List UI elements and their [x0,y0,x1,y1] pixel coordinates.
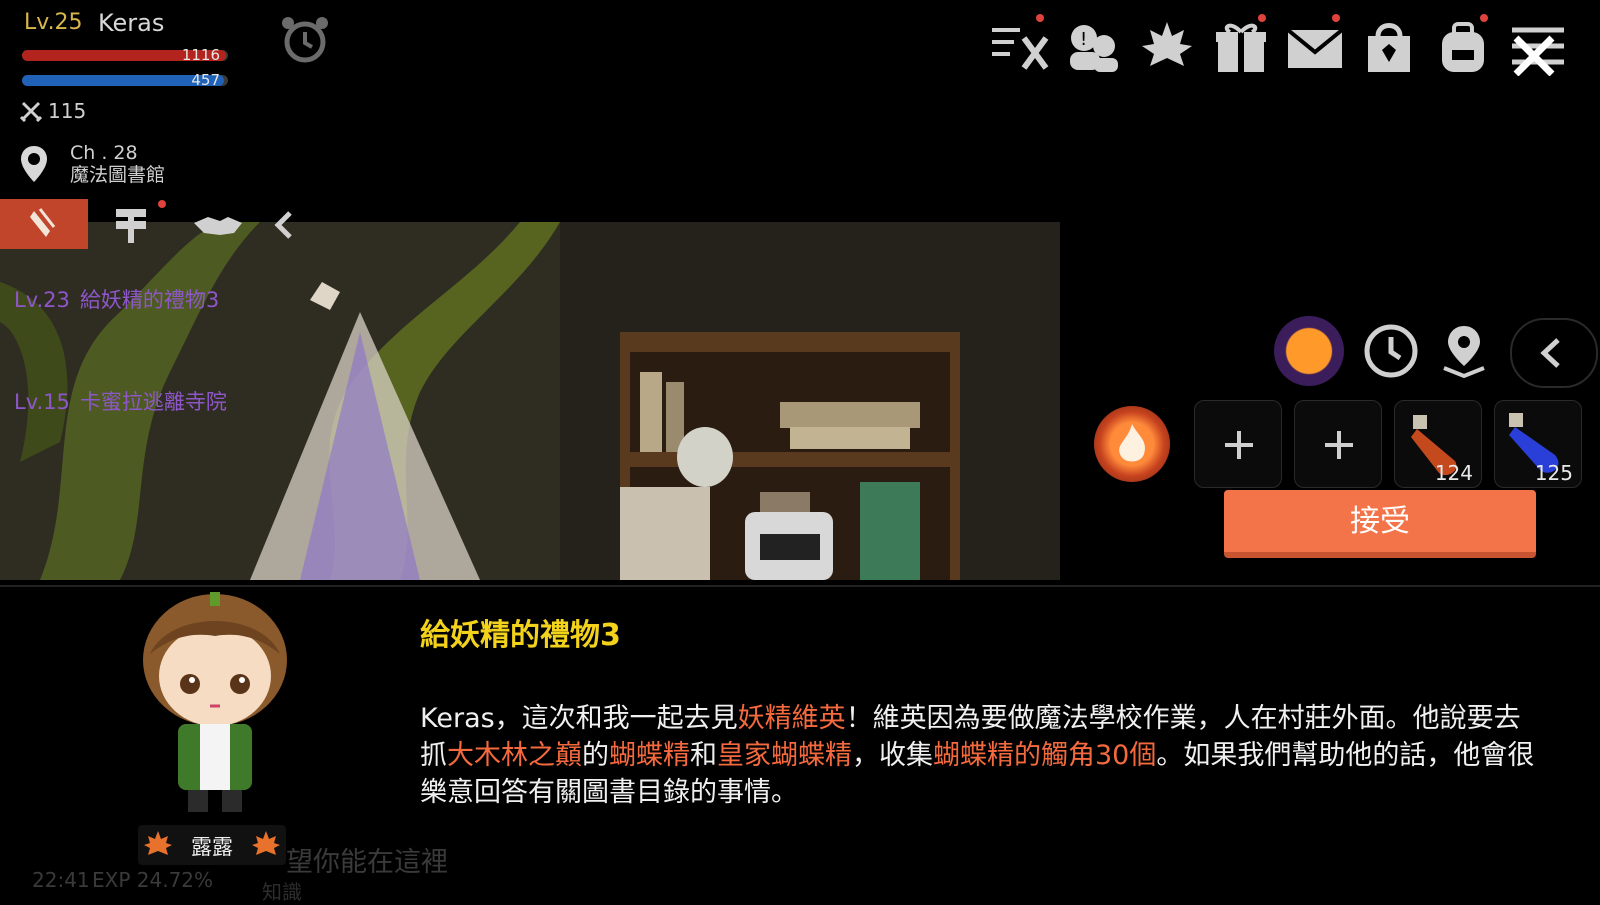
chevron-left-icon[interactable] [270,205,300,245]
dialogue-text: Keras，這次和我一起去見妖精維英！維英因為要做魔法學校作業，人在村莊外面。他… [420,700,1540,811]
attack-power: 115 [48,99,87,123]
cash-shop-icon[interactable] [1356,16,1422,76]
npc-portrait [143,592,287,812]
player-level: Lv.25 [24,10,83,35]
dialogue-segment: 和 [690,740,717,771]
clock-icon[interactable] [1362,322,1420,380]
dialogue-highlight: 妖精維英 [737,703,846,734]
channel-label[interactable]: Ch . 28 [70,142,138,164]
notification-dot [1480,14,1488,22]
plus-icon [1225,431,1253,459]
mp-value: 457 [191,71,220,89]
maple-guild-icon[interactable] [1134,16,1200,76]
item-count: 125 [1534,461,1573,485]
scroll-icon [30,208,56,237]
fire-skill-icon[interactable] [1094,406,1170,482]
notification-dot [158,200,166,208]
quest-title: 給妖精的禮物3 [420,618,621,653]
quest-level: Lv.15 [14,390,70,414]
dialogue-segment: Keras，這次和我一起去見 [420,703,738,734]
mail-icon[interactable] [1282,16,1348,76]
map-marker-icon[interactable] [1438,322,1490,380]
quest-name: 給妖精的禮物3 [79,288,220,312]
background-chat-line: 知識 [262,880,302,904]
npc-name-plate: 露露 [138,825,286,865]
inventory-bag-icon[interactable] [1430,16,1496,76]
quest-name: 卡蜜拉逃離寺院 [79,390,227,414]
background-chat-line: 望你能在這裡 [286,847,448,878]
alarm-clock-icon[interactable] [278,14,332,64]
crossed-swords-icon [20,101,42,122]
notification-dot [1332,14,1340,22]
gift-icon[interactable] [1208,16,1274,76]
social-icon[interactable]: ! [1060,16,1126,76]
notification-dot [1036,14,1044,22]
hp-value: 1116 [181,46,220,64]
dialogue-segment: ，收集 [852,740,933,771]
halloween-event-icon[interactable] [1274,316,1344,386]
chevron-left-icon [1540,338,1560,368]
collapse-button[interactable] [1510,318,1598,388]
dialogue-highlight: 皇家蝴蝶精 [717,740,852,771]
dialogue-highlight: 大木林之巔 [447,740,582,771]
item-count: 124 [1434,461,1473,485]
quest-tools-icon[interactable] [986,16,1052,76]
notification-dot [1258,14,1266,22]
clock-time: 22:41 [32,868,90,892]
location-pin-icon[interactable] [18,144,50,184]
empty-quick-slot[interactable] [1194,400,1282,488]
hp-bar: 1116 [22,46,228,64]
quick-slot-blue-potion[interactable]: 125 [1494,400,1582,488]
dialogue-highlight: 蝴蝶精 [609,740,690,771]
handshake-icon[interactable] [190,205,246,245]
empty-quick-slot[interactable] [1294,400,1382,488]
quest-list-item[interactable]: Lv.23 給妖精的禮物3 [0,284,270,340]
tab-quest-scroll[interactable] [0,199,88,249]
exp-percent: EXP 24.72% [92,868,214,892]
dialogue-segment: 的 [582,740,609,771]
main-menu-icon[interactable] [1506,16,1572,77]
accept-button[interactable]: 接受 [1224,490,1536,558]
map-name[interactable]: 魔法圖書館 [70,164,165,186]
quest-level: Lv.23 [14,288,70,312]
maple-leaf-icon [252,831,280,855]
plus-icon [1325,431,1353,459]
mp-bar: 457 [22,71,228,89]
player-name: Keras [98,9,165,37]
dialogue-highlight: 蝴蝶精的觸角30個 [933,740,1157,771]
quick-slot-red-potion[interactable]: 124 [1394,400,1482,488]
quest-list-item[interactable]: Lv.15 卡蜜拉逃離寺院 [0,386,270,442]
signpost-icon[interactable] [108,203,154,245]
svg-text:!: ! [1080,29,1087,50]
